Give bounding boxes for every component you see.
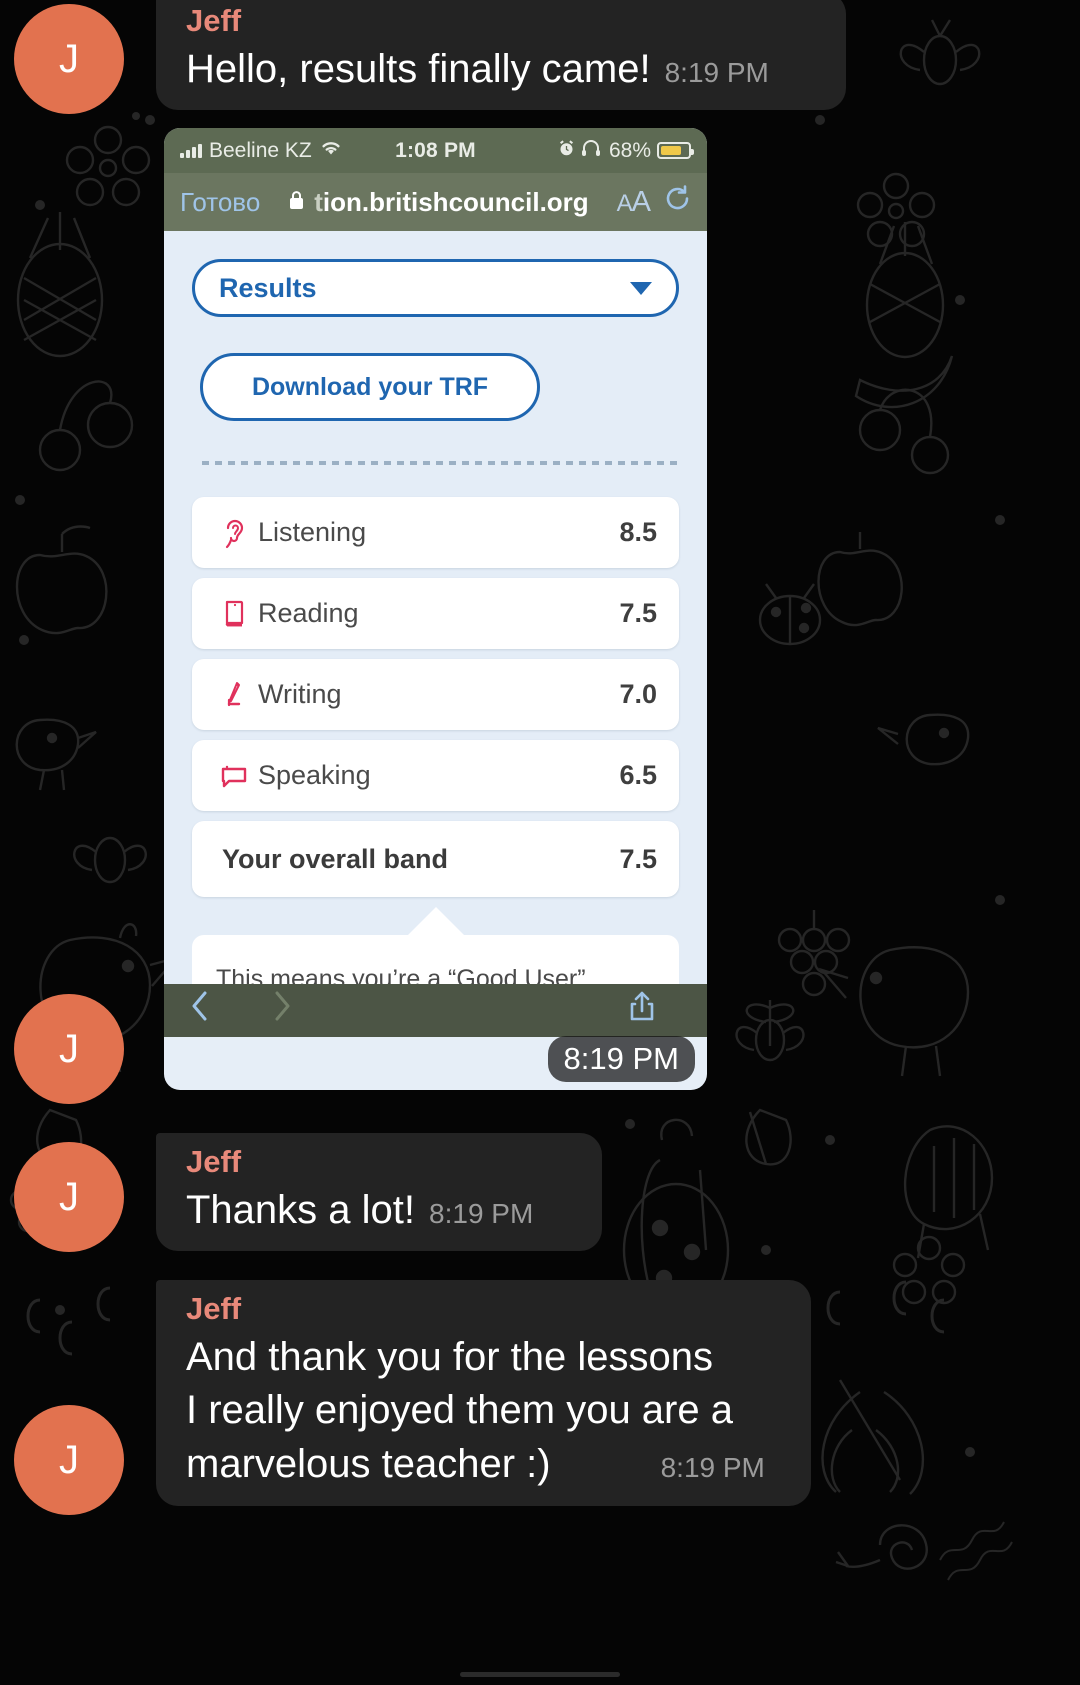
- score-row[interactable]: Reading 7.5: [192, 578, 679, 649]
- message-line: Hello, results finally came! 8:19 PM: [186, 43, 826, 97]
- avatar[interactable]: J: [14, 4, 124, 114]
- score-label: Speaking: [258, 760, 371, 790]
- overall-band-row[interactable]: Your overall band 7.5: [192, 821, 679, 897]
- message-line: Thanks a lot! 8:19 PM: [186, 1184, 582, 1238]
- signal-bars-icon: [180, 143, 202, 158]
- share-icon[interactable]: [629, 990, 655, 1031]
- avatar[interactable]: J: [14, 1405, 124, 1515]
- url-prefix: t: [314, 186, 323, 217]
- score-label: Writing: [258, 679, 342, 709]
- score-value: 7.0: [619, 679, 657, 709]
- avatar-initial: J: [59, 1174, 79, 1219]
- alarm-icon: [558, 139, 575, 163]
- score-value: 7.5: [619, 598, 657, 628]
- avatar[interactable]: J: [14, 1142, 124, 1252]
- score-row[interactable]: Listening 8.5: [192, 497, 679, 568]
- headphones-icon: [581, 139, 603, 163]
- book-icon: [212, 597, 258, 631]
- speech-bubble-icon: [212, 761, 258, 791]
- score-label: Listening: [258, 517, 367, 547]
- message-line: And thank you for the lessons: [186, 1334, 713, 1379]
- chevron-left-icon[interactable]: [190, 990, 210, 1031]
- avatar-initial: J: [59, 36, 79, 81]
- battery-percent-label: 68%: [608, 138, 651, 162]
- ear-icon: [212, 516, 258, 550]
- overall-band-value: 7.5: [619, 843, 657, 874]
- url-main: ion.britishcouncil.org: [322, 186, 589, 217]
- message-bubble[interactable]: Jeff And thank you for the lessons I rea…: [156, 1280, 811, 1506]
- attachment-time: 8:19 PM: [547, 1036, 695, 1082]
- carrier-label: Beeline KZ: [209, 138, 312, 162]
- url-field[interactable]: tion.britishcouncil.org: [274, 187, 602, 218]
- message-line: I really enjoyed them you are a: [186, 1388, 733, 1433]
- lock-icon: [288, 187, 305, 218]
- score-value: 8.5: [619, 517, 657, 547]
- overall-band-label: Your overall band: [222, 843, 449, 874]
- chevron-right-icon[interactable]: [272, 990, 292, 1031]
- ios-status-bar: Beeline KZ 1:08 PM 68%: [164, 128, 707, 173]
- status-bar-right: 68%: [558, 138, 694, 163]
- safari-url-bar: Готово tion.britishcouncil.org AA: [164, 173, 707, 231]
- message-time: 8:19 PM: [429, 1197, 534, 1229]
- message-time: 8:19 PM: [660, 1451, 765, 1483]
- tooltip-caret-icon: [407, 907, 464, 935]
- wifi-icon: [319, 139, 343, 163]
- message-sender: Jeff: [186, 3, 242, 38]
- battery-icon: [657, 142, 694, 159]
- chevron-down-icon: [630, 281, 652, 295]
- done-button[interactable]: Готово: [180, 187, 260, 218]
- message-line: marvelous teacher :) 8:19 PM: [186, 1438, 791, 1492]
- results-page: Results Download your TRF Listening 8.5: [164, 231, 707, 1037]
- avatar[interactable]: J: [14, 994, 124, 1104]
- message-sender: Jeff: [186, 1144, 242, 1179]
- status-bar-left: Beeline KZ: [180, 139, 343, 163]
- message-sender: Jeff: [186, 1291, 242, 1326]
- message-bubble[interactable]: Jeff Thanks a lot! 8:19 PM: [156, 1133, 602, 1252]
- message-bubble[interactable]: Jeff Hello, results finally came! 8:19 PM: [156, 0, 846, 111]
- results-select[interactable]: Results: [192, 259, 679, 317]
- message-time: 8:19 PM: [664, 56, 769, 88]
- message-text: marvelous teacher :): [186, 1441, 551, 1486]
- dotted-divider: [202, 461, 677, 465]
- score-value: 6.5: [619, 760, 657, 790]
- safari-toolbar: [164, 984, 707, 1037]
- url-text: tion.britishcouncil.org: [314, 187, 588, 218]
- message-text: Hello, results finally came!: [186, 46, 651, 91]
- score-row[interactable]: Speaking 6.5: [192, 740, 679, 811]
- score-list: Listening 8.5 Reading 7.5 Writing 7.0 Sp…: [192, 497, 679, 897]
- score-row[interactable]: Writing 7.0: [192, 659, 679, 730]
- message-text: Thanks a lot!: [186, 1187, 416, 1232]
- attached-screenshot[interactable]: Beeline KZ 1:08 PM 68% Готово tion.briti…: [164, 128, 707, 1090]
- avatar-initial: J: [59, 1437, 79, 1482]
- text-size-button[interactable]: AA: [617, 186, 651, 219]
- download-trf-label: Download your TRF: [251, 372, 489, 401]
- avatar-initial: J: [59, 1026, 79, 1071]
- score-label: Reading: [258, 598, 359, 628]
- reload-icon[interactable]: [664, 185, 691, 219]
- download-trf-button[interactable]: Download your TRF: [200, 353, 540, 421]
- pencil-icon: [212, 678, 258, 712]
- results-select-label: Results: [219, 272, 317, 303]
